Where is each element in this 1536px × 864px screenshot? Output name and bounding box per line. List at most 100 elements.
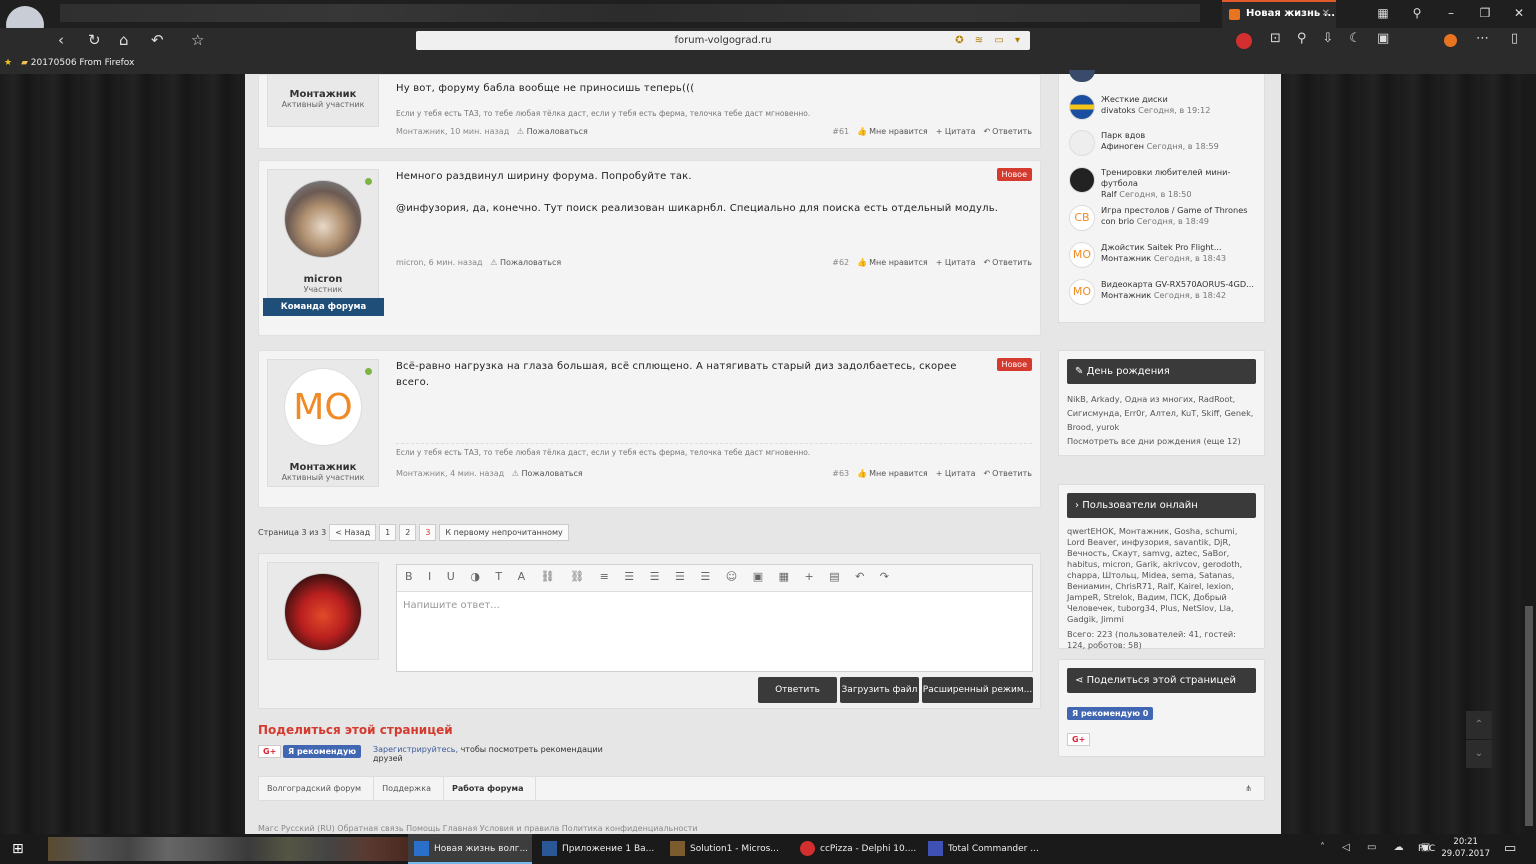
thread-author[interactable]: Ralf (1101, 189, 1117, 199)
like-link[interactable]: Мне нравится (869, 127, 928, 136)
post-number[interactable]: #62 (832, 258, 849, 267)
thread-author[interactable]: divatoks (1101, 105, 1136, 115)
avatar[interactable] (284, 573, 362, 651)
post-author-time[interactable]: Монтажник, 4 мин. назад (396, 469, 504, 478)
taskbar-app-browser[interactable]: Новая жизнь волг... (408, 834, 532, 864)
thread-title[interactable]: Тренировки любителей мини-футбола (1101, 167, 1230, 188)
page-2-button[interactable]: 2 (399, 524, 417, 541)
page-1-button[interactable]: 1 (379, 524, 397, 541)
quote-link[interactable]: + Цитата (936, 258, 976, 267)
thread-author[interactable]: Монтажник (1101, 290, 1151, 300)
breadcrumb-item[interactable]: Волгоградский форум (259, 776, 375, 801)
sitemap-icon[interactable]: ⋔ (1237, 776, 1264, 801)
scroll-up-icon[interactable]: ⌃ (1466, 711, 1492, 739)
gplus-button[interactable]: G+ (258, 745, 282, 758)
scroll-down-icon[interactable]: ⌄ (1466, 740, 1492, 768)
taskbar-app-vs[interactable]: Solution1 - Micros... (664, 834, 788, 864)
upload-file-button[interactable]: Загрузить файл (840, 677, 919, 703)
language-indicator[interactable]: РУС (1418, 844, 1435, 854)
menu-icon[interactable]: ⋯ (1476, 31, 1489, 46)
taskbar-app-delphi[interactable]: ccPizza - Delphi 10.... (794, 834, 918, 864)
breadcrumb-item[interactable]: Поддержка (374, 776, 444, 801)
fb-recommend-button[interactable]: Я рекомендую 0 (1067, 707, 1154, 720)
undo-icon[interactable]: ↶ (151, 32, 164, 48)
prev-page-button[interactable]: < Назад (329, 524, 377, 541)
editor-toolbar[interactable]: B I U ◑ T A ⛓ ⛓ ≡ ☰ ☰ ☰ ☰ ☺ ▣ ▦ + ▤ ↶ ↷ (397, 565, 1032, 592)
blurred-tabs[interactable] (60, 4, 1200, 22)
extension-icon[interactable] (1444, 34, 1457, 47)
minimize-icon[interactable]: – (1434, 0, 1468, 28)
thread-author[interactable]: Монтажник (1101, 253, 1151, 263)
all-birthdays-link[interactable]: Посмотреть все дни рождения (еще 12) (1059, 436, 1264, 447)
report-link[interactable]: Пожаловаться (522, 469, 583, 478)
quote-link[interactable]: + Цитата (936, 469, 976, 478)
thread-title[interactable]: Видеокарта GV-RX570AORUS-4GD... (1101, 279, 1254, 289)
gplus-button[interactable]: G+ (1067, 733, 1091, 746)
username[interactable]: Монтажник (268, 462, 378, 473)
register-link[interactable]: Зарегистрируйтесь, (373, 745, 458, 754)
reply-link[interactable]: Ответить (992, 127, 1032, 136)
username[interactable]: Монтажник (268, 89, 378, 100)
post-author-time[interactable]: Монтажник, 10 мин. назад (396, 127, 509, 136)
footer-links[interactable]: Магс Русский (RU) Обратная связь Помощь … (258, 824, 1258, 833)
tab-grid-icon[interactable]: ▦ (1366, 0, 1400, 28)
pinned-apps[interactable] (48, 837, 408, 861)
reply-textarea[interactable]: Напишите ответ... (397, 592, 1032, 619)
thread-item[interactable]: МО Видеокарта GV-RX570AORUS-4GD... Монтаж… (1069, 279, 1259, 313)
address-bar[interactable]: forum-volgograd.ru ✪ ≋ ▭ ▾ (416, 31, 1030, 50)
address-bar-icons[interactable]: ✪ ≋ ▭ ▾ (955, 31, 1024, 50)
birthday-names[interactable]: NikB, Arkady, Одна из многих, RadRoot, С… (1059, 392, 1264, 434)
restore-icon[interactable]: ❐ (1468, 0, 1502, 28)
notification-icon[interactable]: ▭ (1504, 841, 1516, 856)
thread-time: Сегодня, в 18:50 (1119, 189, 1192, 199)
thread-author[interactable]: con brio (1101, 216, 1134, 226)
fb-recommend-button[interactable]: Я рекомендую (283, 745, 361, 758)
close-window-icon[interactable]: ✕ (1502, 0, 1536, 28)
like-link[interactable]: Мне нравится (869, 469, 928, 478)
reply-link[interactable]: Ответить (992, 469, 1032, 478)
report-link[interactable]: Пожаловаться (500, 258, 561, 267)
post-number[interactable]: #61 (832, 127, 849, 136)
like-link[interactable]: Мне нравится (869, 258, 928, 267)
advanced-mode-button[interactable]: Расширенный режим... (922, 677, 1033, 703)
thread-title[interactable]: Парк вдов (1101, 130, 1145, 140)
reload-icon[interactable]: ↻ (88, 32, 101, 48)
adblock-icon[interactable] (1236, 33, 1252, 49)
reply-link[interactable]: Ответить (992, 258, 1032, 267)
avatar[interactable]: МО (284, 368, 362, 446)
star-icon[interactable]: ☆ (191, 32, 204, 48)
thread-title[interactable]: Джойстик Saitek Pro Flight... (1101, 242, 1222, 252)
post-number[interactable]: #63 (832, 469, 849, 478)
report-link[interactable]: Пожаловаться (527, 127, 588, 136)
reply-button[interactable]: Ответить (758, 677, 837, 703)
thread-item[interactable]: CB Игра престолов / Game of Thrones con b… (1069, 205, 1259, 239)
scrollbar-thumb[interactable] (1525, 606, 1533, 826)
page-3-button[interactable]: 3 (419, 524, 437, 541)
taskbar-app-word[interactable]: Приложение 1 Ва... (536, 834, 660, 864)
pin-icon[interactable]: ⚲ (1400, 0, 1434, 28)
breadcrumb-item[interactable]: Работа форума (444, 776, 537, 801)
thread-title[interactable]: Игра престолов / Game of Thrones (1101, 205, 1248, 215)
quote-link[interactable]: + Цитата (936, 127, 976, 136)
thread-item[interactable]: Парк вдов Афиноген Сегодня, в 18:59 (1069, 130, 1259, 164)
thread-item[interactable]: Тренировки любителей мини-футбола Ralf Се… (1069, 167, 1259, 201)
sidebar-toggle-icon[interactable]: ▯ (1511, 31, 1518, 46)
online-user-list[interactable]: qwertEHOK, Монтажник, Gosha, schumi, Lor… (1059, 526, 1264, 625)
first-unread-button[interactable]: К первому непрочитанному (439, 524, 569, 541)
windows-start-icon[interactable]: ⊞ (12, 841, 24, 857)
thread-author[interactable]: Афиноген (1101, 141, 1144, 151)
thread-item[interactable]: МО Джойстик Saitek Pro Flight... Монтажни… (1069, 242, 1259, 276)
home-icon[interactable]: ⌂ (119, 32, 129, 48)
thread-item[interactable]: Жесткие диски divatoks Сегодня, в 19:12 (1069, 94, 1259, 128)
username[interactable]: micron (268, 274, 378, 285)
post-author-time[interactable]: micron, 6 мин. назад (396, 258, 483, 267)
clock[interactable]: 20:21 29.07.2017 (1441, 836, 1490, 860)
toolbar-icons[interactable]: ⊡⚲⇩☾▣ (1270, 31, 1405, 46)
thread-title[interactable]: Жесткие диски (1101, 94, 1168, 104)
taskbar-app-totalcmd[interactable]: Total Commander ... (922, 834, 1046, 864)
close-tab-icon[interactable]: ✕ (1322, 8, 1330, 19)
tab-active[interactable]: Новая жизнь ... ✕ (1222, 0, 1336, 28)
back-icon[interactable]: ‹ (58, 32, 64, 48)
avatar[interactable] (284, 180, 362, 258)
bookmark-folder[interactable]: 20170506 From Firefox (31, 58, 135, 68)
